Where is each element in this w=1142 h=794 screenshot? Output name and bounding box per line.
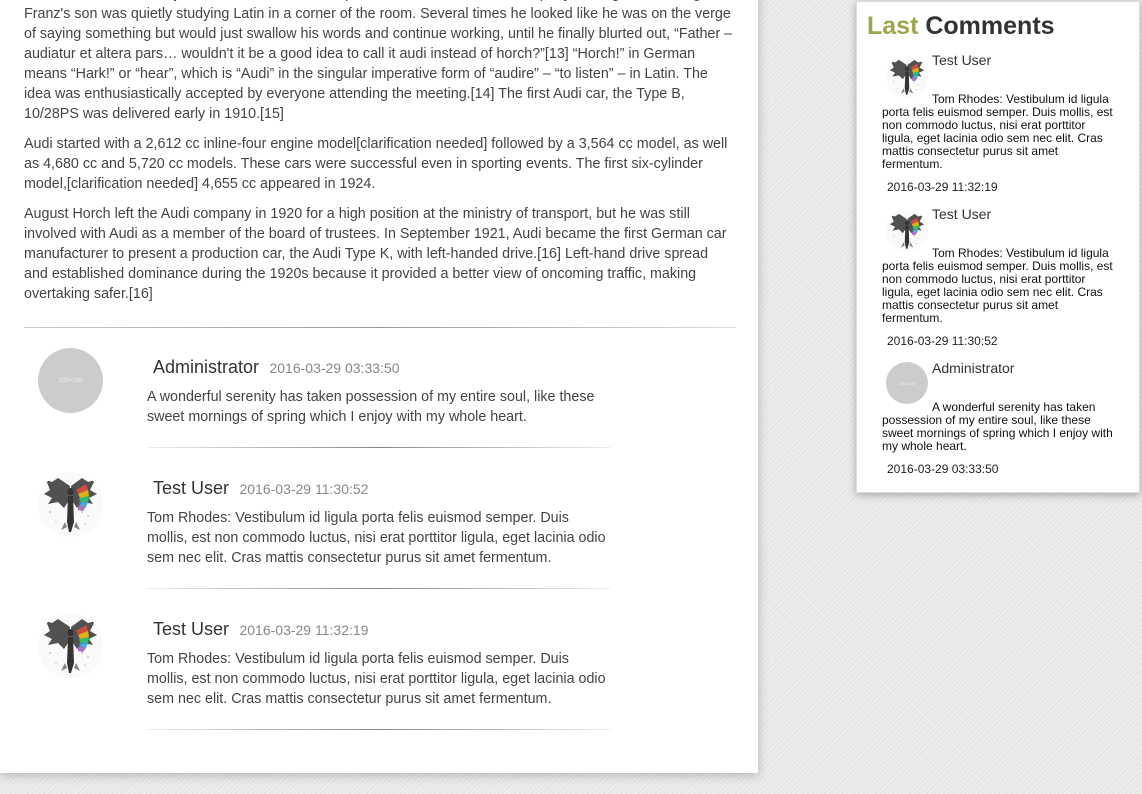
- comment-header: Administrator 2016-03-29 03:33:50: [153, 357, 399, 378]
- article-paragraph: Franz Finkentscher, they discussed how t…: [24, 0, 733, 122]
- comment-date: 2016-03-29 11:30:52: [239, 481, 369, 497]
- sidebar-comment-text: Tom Rhodes: Vestibulum id ligula porta f…: [882, 246, 1113, 325]
- bird-avatar-icon: [38, 472, 103, 537]
- sidebar-comment-text: Tom Rhodes: Vestibulum id ligula porta f…: [882, 92, 1113, 171]
- article-panel: Franz Finkentscher, they discussed how t…: [0, 0, 758, 773]
- article-body: Franz Finkentscher, they discussed how t…: [24, 0, 734, 314]
- comment-text: Tom Rhodes: Vestibulum id ligula porta f…: [147, 510, 606, 566]
- comment-text: Tom Rhodes: Vestibulum id ligula porta f…: [147, 651, 606, 707]
- avatar: [886, 56, 928, 98]
- comment-date: 2016-03-29 03:33:50: [269, 360, 400, 376]
- article-paragraph: Audi started with a 2,612 cc inline-four…: [24, 136, 728, 192]
- avatar-placeholder-label: 100×100: [58, 377, 83, 384]
- comment-author: Administrator: [153, 357, 260, 377]
- sidebar-comment-text: A wonderful serenity has taken possessio…: [882, 400, 1113, 453]
- comment-divider: [147, 588, 610, 589]
- bird-avatar-icon: [886, 56, 928, 98]
- comment-header: Test User 2016-03-29 11:30:52: [153, 478, 368, 499]
- sidebar-comment-author: Test User: [932, 52, 992, 68]
- avatar: [38, 472, 103, 537]
- avatar-placeholder-label: 100×100: [899, 380, 915, 386]
- comment-text: A wonderful serenity has taken possessio…: [147, 389, 595, 425]
- sidebar-comment-date: 2016-03-29 11:30:52: [887, 334, 998, 348]
- comment-author: Test User: [153, 478, 230, 498]
- avatar: 100×100: [38, 348, 103, 413]
- comment-date: 2016-03-29 11:32:19: [239, 622, 369, 638]
- sidebar-comment-date: 2016-03-29 11:32:19: [887, 180, 998, 194]
- avatar: [886, 210, 928, 252]
- sidebar-comment-author: Test User: [932, 206, 992, 222]
- widget-title: Last Comments: [867, 12, 1055, 41]
- sidebar-comment-author: Administrator: [932, 360, 1015, 376]
- last-comments-widget: Last Comments Test User Tom Rhodes: Vest…: [856, 1, 1140, 493]
- avatar: [38, 613, 103, 678]
- article-divider: [24, 327, 736, 328]
- bird-avatar-icon: [38, 613, 103, 678]
- avatar: 100×100: [886, 362, 928, 404]
- bird-avatar-icon: [886, 210, 928, 252]
- comment-header: Test User 2016-03-29 11:32:19: [153, 619, 368, 640]
- comment-author: Test User: [153, 619, 230, 639]
- article-paragraph: August Horch left the Audi company in 19…: [24, 206, 727, 302]
- sidebar-comment-date: 2016-03-29 03:33:50: [887, 462, 999, 476]
- comment-divider: [147, 447, 610, 448]
- widget-title-rest: Comments: [925, 12, 1055, 40]
- comment-divider: [147, 729, 610, 730]
- widget-title-accent: Last: [867, 12, 919, 40]
